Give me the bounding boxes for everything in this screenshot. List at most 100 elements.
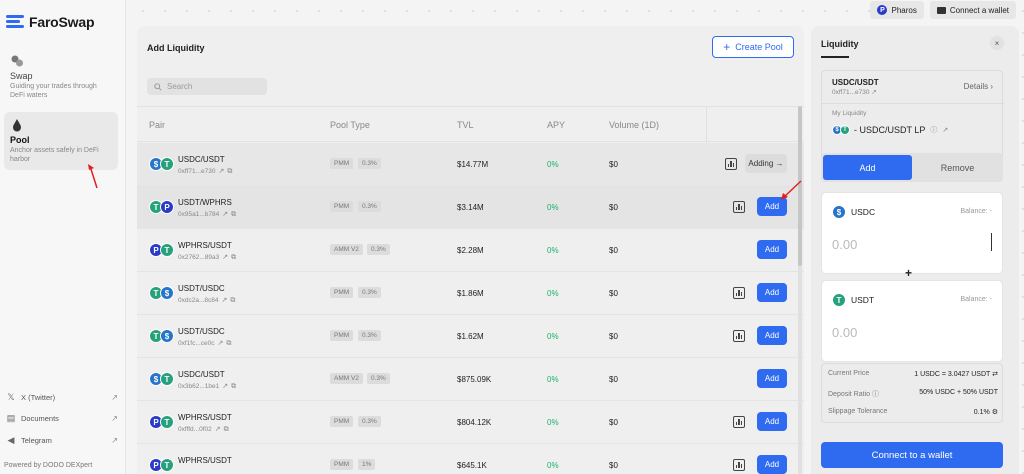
sidebar-link-telegram[interactable]: ◀ Telegram ↗ <box>6 435 118 446</box>
usdt-icon: T <box>160 458 174 472</box>
pool-type-badge: PMM <box>330 459 354 470</box>
external-link-icon[interactable]: ↗ <box>222 383 228 390</box>
column-divider <box>706 107 707 143</box>
lp-balance: $ T - USDC/USDT LP ⓘ ↗ <box>832 125 948 135</box>
token-a-selector[interactable]: $ USDC <box>832 205 875 219</box>
search-icon <box>154 82 162 91</box>
token-balance: Balance: - <box>960 208 992 215</box>
table-row[interactable]: T P USDT/WPHRS 0x95a1...b784 ↗ ⧉ PMM 0.3% … <box>137 186 804 229</box>
pair-address: 0xff71...e730 ↗ ⧉ <box>178 168 233 175</box>
chart-icon[interactable] <box>733 287 745 299</box>
liquidity-panel: Liquidity × USDC/USDT 0xff71...e730 ↗ De… <box>811 26 1019 474</box>
table-row[interactable]: P T WPHRS/USDT 0x2762...89a3 ↗ ⧉ AMM V2 0.… <box>137 229 804 272</box>
table-row[interactable]: $ T USDC/USDT 0xff71...e730 ↗ ⧉ PMM 0.3% $… <box>137 143 804 186</box>
search-input[interactable] <box>167 82 257 91</box>
info-icon[interactable]: ⓘ <box>930 125 937 135</box>
external-link-icon[interactable]: ↗ <box>218 340 224 347</box>
external-link-icon[interactable]: ↗ <box>222 211 228 218</box>
connect-wallet-label: Connect a wallet <box>949 5 1009 15</box>
document-icon: ▤ <box>6 413 16 423</box>
chart-icon[interactable] <box>725 158 737 170</box>
volume-value: $0 <box>609 332 618 341</box>
copy-icon[interactable]: ⧉ <box>231 254 236 261</box>
create-pool-button[interactable]: + Create Pool <box>712 36 794 58</box>
token-b-selector[interactable]: T USDT <box>832 293 874 307</box>
price-info-card: Current Price 1 USDC = 3.0427 USDT ⇄ Dep… <box>821 363 1003 423</box>
usdt-icon: T <box>840 125 850 135</box>
token-a-amount-input[interactable]: 0.00 <box>832 237 857 252</box>
table-row[interactable]: T $ USDT/USDC 0xdc2a...8c84 ↗ ⧉ PMM 0.3% $… <box>137 272 804 315</box>
add-button[interactable]: Add <box>757 326 787 345</box>
brand-logo[interactable]: FaroSwap <box>6 14 95 30</box>
apy-value: 0% <box>547 246 559 255</box>
add-button[interactable]: Add <box>757 240 787 259</box>
tab-add[interactable]: Add <box>823 155 912 180</box>
external-link-icon[interactable]: ↗ <box>221 297 227 304</box>
volume-value: $0 <box>609 289 618 298</box>
table-row[interactable]: T $ USDT/USDC 0xf1fc...ce0c ↗ ⧉ PMM 0.3% $… <box>137 315 804 358</box>
copy-icon[interactable]: ⧉ <box>224 426 229 433</box>
connect-wallet-submit-button[interactable]: Connect to a wallet <box>821 442 1003 468</box>
close-icon[interactable]: × <box>990 36 1004 50</box>
external-link-icon[interactable]: ↗ <box>215 426 221 433</box>
add-button[interactable]: Add <box>757 412 787 431</box>
pharos-icon: P <box>877 5 888 15</box>
token-b-amount-input[interactable]: 0.00 <box>832 325 857 340</box>
usdt-icon: T <box>160 372 174 386</box>
table-row[interactable]: $ T USDC/USDT 0x3b62...1be1 ↗ ⧉ AMM V2 0.3… <box>137 358 804 401</box>
copy-icon[interactable]: ⧉ <box>231 383 236 390</box>
text-cursor <box>991 233 992 251</box>
pair-address: 0x2762...89a3 ↗ ⧉ <box>178 254 237 261</box>
network-selector[interactable]: P Pharos <box>870 1 924 19</box>
swap-direction-icon[interactable]: ⇄ <box>992 371 998 378</box>
add-button[interactable]: Add <box>757 455 787 474</box>
volume-value: $0 <box>609 375 618 384</box>
pair-token-icons: P T <box>149 243 175 257</box>
sidebar: FaroSwap Swap Guiding your trades throug… <box>0 0 126 474</box>
chart-icon[interactable] <box>733 330 745 342</box>
usdt-icon: T <box>160 415 174 429</box>
x-icon: 𝕏 <box>7 392 15 402</box>
apy-value: 0% <box>547 461 559 470</box>
tvl-value: $3.14M <box>457 203 484 212</box>
tab-remove[interactable]: Remove <box>914 155 1001 180</box>
telegram-icon: ◀ <box>7 435 15 445</box>
add-button[interactable]: Add <box>757 283 787 302</box>
copy-icon[interactable]: ⧉ <box>226 340 231 347</box>
copy-icon[interactable]: ⧉ <box>230 297 235 304</box>
sidebar-item-swap[interactable]: Swap Guiding your trades through DeFi wa… <box>4 48 118 106</box>
chart-icon[interactable] <box>733 459 745 471</box>
chart-icon[interactable] <box>733 201 745 213</box>
tvl-value: $875.09K <box>457 375 492 384</box>
sidebar-link-documents[interactable]: ▤ Documents ↗ <box>6 413 118 424</box>
adding-button[interactable]: Adding → <box>745 154 787 173</box>
pair-name: WPHRS/USDT <box>178 241 232 250</box>
current-price-row: Current Price 1 USDC = 3.0427 USDT ⇄ <box>828 370 998 378</box>
connect-wallet-button[interactable]: Connect a wallet <box>929 1 1016 19</box>
plus-icon: + <box>905 266 913 280</box>
pool-drop-icon <box>10 118 24 132</box>
gear-icon[interactable]: ⚙ <box>992 409 998 416</box>
chart-icon[interactable] <box>733 416 745 428</box>
sidebar-link-twitter[interactable]: 𝕏 X (Twitter) ↗ <box>6 392 118 403</box>
pair-name: USDT/WPHRS <box>178 198 232 207</box>
create-pool-label: Create Pool <box>735 42 783 52</box>
fee-badge: 0.3% <box>358 201 381 212</box>
external-link-icon: ↗ <box>111 414 118 423</box>
fee-badge: 1% <box>358 459 376 470</box>
pair-name: USDT/USDC <box>178 284 225 293</box>
external-link-icon[interactable]: ↗ <box>871 89 876 96</box>
details-link[interactable]: Details › <box>964 82 993 91</box>
table-row[interactable]: P T WPHRS/USDT PMM 1% $645.1K 0% $0 Add <box>137 444 804 474</box>
help-icon[interactable]: ⓘ <box>872 391 879 398</box>
external-link-icon[interactable]: ↗ <box>942 126 948 134</box>
annotation-arrow-icon <box>781 180 802 200</box>
fee-badge: 0.3% <box>358 330 381 341</box>
external-link-icon[interactable]: ↗ <box>222 254 228 261</box>
copy-icon[interactable]: ⧉ <box>231 211 236 218</box>
external-link-icon[interactable]: ↗ <box>218 168 224 175</box>
token-a-input-card: $ USDC Balance: - 0.00 <box>821 192 1003 274</box>
copy-icon[interactable]: ⧉ <box>227 168 232 175</box>
add-button[interactable]: Add <box>757 369 787 388</box>
table-row[interactable]: P T WPHRS/USDT 0xfffd...0f02 ↗ ⧉ PMM 0.3% … <box>137 401 804 444</box>
